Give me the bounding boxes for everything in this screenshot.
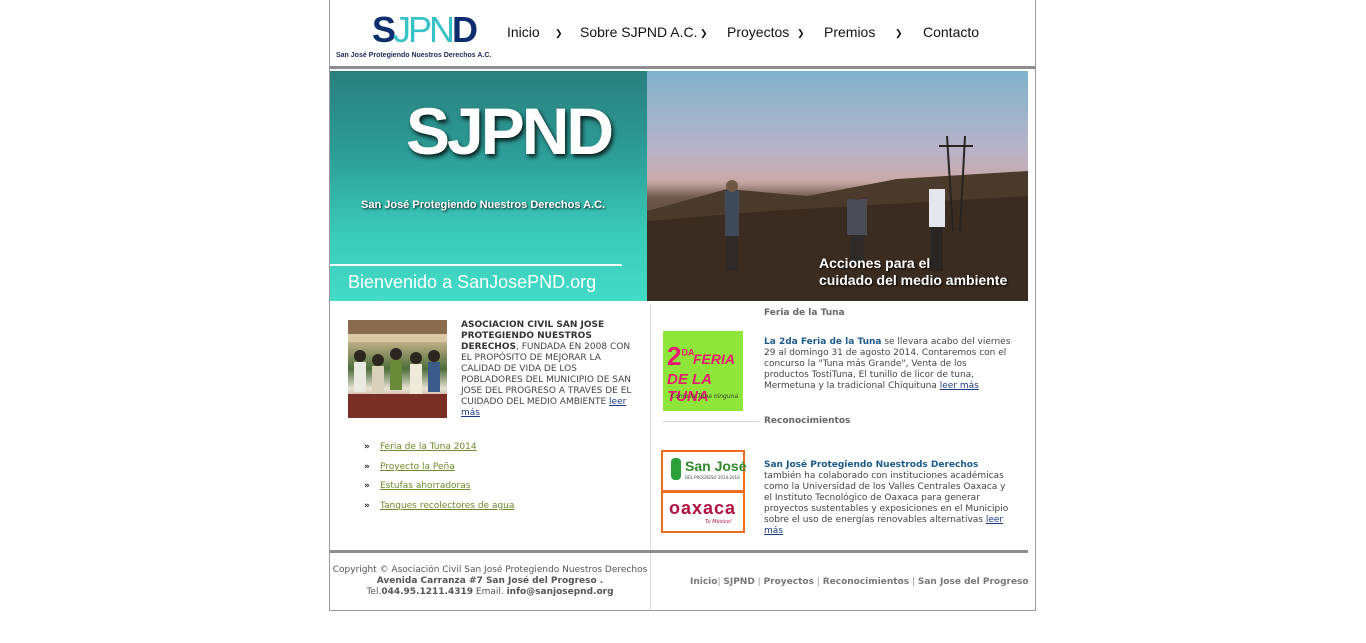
feria-news-text: La 2da Feria de la Tuna se llevara acabo…	[764, 337, 1012, 392]
link-feria-tuna-2014[interactable]: Feria de la Tuna 2014	[380, 442, 477, 452]
logo-letters-jpn: JPN	[393, 9, 455, 50]
oaxaca-logo[interactable]: oaxaca Tu México!	[661, 491, 745, 533]
logo-tagline: San José Protegiendo Nuestros Derechos A…	[336, 52, 492, 59]
crowd-image	[348, 320, 447, 418]
nav-item-contacto[interactable]: Contacto	[923, 24, 979, 40]
footer-separator: |	[813, 577, 823, 587]
san-jose-municipio-logo[interactable]: San José DEL PROGRESO 2014-2016	[661, 450, 747, 492]
feria-section-title: Feria de la Tuna	[764, 308, 845, 318]
san-jose-logo-text: San José	[685, 458, 747, 474]
footer-link-inicio[interactable]: Inicio	[690, 577, 717, 587]
hero-banner-left: SJPND San José Protegiendo Nuestros Dere…	[330, 71, 647, 301]
nav-item-sobre[interactable]: Sobre SJPND A.C.	[580, 24, 698, 40]
feria-logo-number: 2DA	[667, 341, 694, 372]
nav-item-inicio[interactable]: Inicio	[507, 24, 540, 40]
bullet-arrow-icon: »	[364, 481, 370, 491]
link-tanques[interactable]: Tanques recolectores de agua	[380, 501, 514, 511]
logo-mark: SJPND	[372, 9, 478, 50]
footer-separator: |	[909, 577, 918, 587]
tel-label: Tel.	[366, 587, 382, 597]
footer-divider	[330, 550, 1028, 553]
reconocimientos-section-title: Reconocimientos	[764, 416, 851, 426]
reconocimientos-news-body: también ha colaborado con instituciones …	[764, 471, 1009, 525]
oaxaca-logo-text: oaxaca	[669, 498, 737, 518]
feria-news-heading: La 2da Feria de la Tuna	[764, 337, 882, 347]
feria-read-more-link[interactable]: leer más	[940, 381, 979, 391]
footer-email[interactable]: info@sanjosepnd.org	[507, 587, 614, 597]
footer-contact: Tel.044.95.1211.4319 Email. info@sanjose…	[330, 587, 650, 598]
oaxaca-logo-subtext: Tu México!	[705, 519, 732, 525]
feria-logo-slogan: Como la Tuna ninguna	[671, 393, 739, 400]
column-divider	[650, 304, 651, 610]
reconocimientos-news-text: San José Protegiendo Nuestrods Derechos …	[764, 460, 1014, 537]
san-jose-logo-subtext: DEL PROGRESO 2014-2016	[685, 475, 740, 480]
footer-nav: Inicio | SJPND | Proyectos | Reconocimien…	[690, 577, 1029, 587]
link-proyecto-pena[interactable]: Proyecto la Peña	[380, 462, 455, 472]
feria-logo-word1: FERIA	[693, 351, 735, 367]
feria-logo-num: 2	[667, 341, 682, 371]
hero-caption-line2: cuidado del medio ambiente	[819, 272, 1008, 288]
feria-logo-image[interactable]: 2DA FERIA DE LA TUNA Como la Tuna ningun…	[663, 331, 743, 411]
footer-address: Avenida Carranza #7 San José del Progres…	[376, 576, 604, 586]
intro-text: ASOCIACION CIVIL SAN JOSE PROTEGIENDO NU…	[461, 320, 639, 419]
hero-logo-text: SJPND	[406, 94, 614, 168]
footer-link-reconocimientos[interactable]: Reconocimientos	[823, 577, 909, 587]
reconocimientos-news-heading: San José Protegiendo Nuestrods Derechos	[764, 460, 979, 470]
footer-link-sjpnd[interactable]: SJPND	[723, 577, 754, 587]
nav-item-proyectos[interactable]: Proyectos	[727, 24, 789, 40]
link-estufas[interactable]: Estufas ahorradoras	[380, 481, 470, 491]
copyright-text: Copyright © Asociación Civil San José Pr…	[332, 565, 648, 575]
bullet-arrow-icon: »	[364, 501, 370, 511]
hero-photo[interactable]: Acciones para el cuidado del medio ambie…	[647, 71, 1028, 301]
email-label: Email.	[473, 587, 507, 597]
partner-logos: San José DEL PROGRESO 2014-2016 oaxaca T…	[661, 450, 747, 534]
chevron-down-icon[interactable]: ❯	[895, 28, 903, 39]
nav-item-premios[interactable]: Premios	[824, 24, 875, 40]
logo-letter-d: D	[452, 9, 478, 50]
chevron-down-icon[interactable]: ❯	[797, 28, 805, 39]
chevron-down-icon[interactable]: ❯	[555, 28, 563, 39]
hero-caption-line1: Acciones para el	[819, 255, 931, 271]
header-divider	[330, 66, 1035, 69]
site-logo[interactable]: SJPND San José Protegiendo Nuestros Dere…	[336, 6, 491, 64]
hero-subtitle: San José Protegiendo Nuestros Derechos A…	[361, 199, 606, 211]
footer-copyright: Copyright © Asociación Civil San José Pr…	[330, 565, 650, 598]
bullet-arrow-icon: »	[364, 462, 370, 472]
hero-caption: Acciones para el cuidado del medio ambie…	[819, 255, 1007, 289]
bullet-arrow-icon: »	[364, 442, 370, 452]
footer-separator: |	[754, 577, 764, 587]
footer-telephone: 044.95.1211.4319	[381, 587, 474, 597]
hero-divider	[330, 264, 622, 266]
section-divider	[663, 421, 759, 422]
logo-letter-s: S	[372, 9, 396, 50]
hero-welcome: Bienvenido a SanJosePND.org	[348, 272, 597, 292]
page-container: SJPND San José Protegiendo Nuestros Dere…	[329, 0, 1036, 611]
cactus-icon	[671, 458, 681, 480]
footer-link-san-jose[interactable]: San Jose del Progreso	[918, 577, 1029, 587]
intro-photo[interactable]	[348, 320, 447, 418]
chevron-down-icon[interactable]: ❯	[700, 28, 708, 39]
footer-link-proyectos[interactable]: Proyectos	[764, 577, 814, 587]
